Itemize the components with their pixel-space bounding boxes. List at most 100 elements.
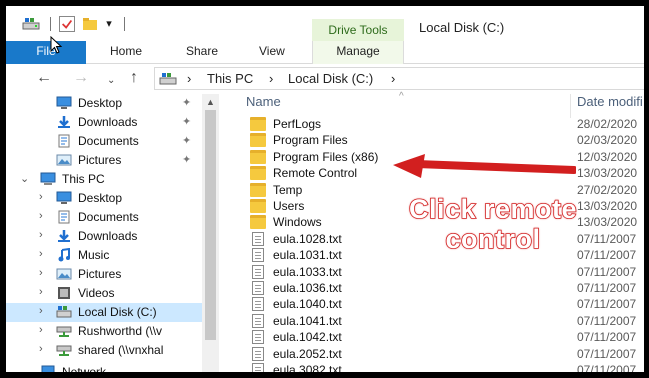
breadcrumb-separator[interactable]: › [391,71,395,86]
pin-icon[interactable]: ✦ [182,153,191,166]
file-row[interactable]: PerfLogs 28/02/2020 [219,116,644,133]
chevron-down-icon[interactable]: ⌄ [20,365,29,372]
nav-item-rushworthd[interactable]: › Rushworthd (\\v [6,322,202,341]
pin-icon[interactable]: ✦ [182,134,191,147]
breadcrumb-separator[interactable]: › [187,71,191,86]
nav-item-label: Desktop [78,96,123,110]
nav-item-label: Music [78,248,110,262]
file-row[interactable]: eula.1041.txt 07/11/2007 [219,313,644,330]
address-bar: ← → ⌄ ↑ › This PC › Local Disk (C:) › [6,64,644,94]
file-row[interactable]: eula.2052.txt 07/11/2007 [219,346,644,363]
column-header: ^ Name Date modifi [219,91,644,118]
nav-item-documents[interactable]: › Documents [6,208,202,227]
nav-item-desktop[interactable]: › Desktop [6,189,202,208]
nav-item-label: Documents [78,210,139,224]
nav-item-documents-quick[interactable]: Documents ✦ [6,132,202,151]
annotation-line: control [445,223,541,255]
drive-icon[interactable] [22,16,40,32]
breadcrumb-local-disk[interactable]: Local Disk (C:) [288,71,373,86]
file-row[interactable]: eula.1042.txt 07/11/2007 [219,329,644,346]
chevron-right-icon[interactable]: › [39,229,43,241]
navigation-pane: Desktop ✦ Downloads ✦ Documents ✦ Pictur… [6,94,219,378]
folder-icon [250,215,266,230]
chevron-right-icon[interactable]: › [39,305,43,317]
chevron-right-icon[interactable]: › [39,248,43,260]
annotation-arrow [393,154,576,178]
nav-item-label: Desktop [78,191,123,205]
nav-item-this-pc[interactable]: ⌄ This PC [6,170,202,189]
folder-icon [250,117,266,131]
nav-item-network[interactable]: ⌄ Network [6,363,202,378]
file-name: Temp [273,182,303,197]
nav-scrollbar[interactable]: ▲ [202,94,219,372]
up-button[interactable]: ↑ [130,69,138,87]
music-icon [58,248,70,262]
address-field[interactable]: › This PC › Local Disk (C:) › [154,67,644,90]
nav-item-label: Network [62,365,107,378]
nav-item-local-disk[interactable]: › Local Disk (C:) [6,303,202,322]
file-name: eula.1041.txt [273,313,342,328]
column-name[interactable]: Name [246,94,281,109]
scroll-up-button[interactable]: ▲ [202,94,219,110]
file-row[interactable]: Program Files 02/03/2020 [219,132,644,149]
folder-icon [250,182,266,197]
chevron-right-icon[interactable]: › [39,267,43,279]
chevron-right-icon[interactable]: › [39,210,43,222]
file-date-modified: 12/03/2020 [577,149,638,164]
properties-icon[interactable] [59,16,75,32]
customize-toolbar-dropdown[interactable]: ▾ [103,16,115,32]
file-date-modified: 07/11/2007 [577,363,637,377]
nav-item-videos[interactable]: › Videos [6,284,202,303]
tab-home[interactable]: Home [110,41,142,64]
file-row[interactable]: eula.1033.txt 07/11/2007 [219,264,644,281]
nav-item-label: Documents [78,134,139,148]
file-name: eula.1040.txt [273,297,342,312]
recent-locations-button[interactable]: ⌄ [107,72,115,90]
explorer-window: ▾ Drive Tools Local Disk (C:) File Home … [0,0,649,378]
tab-view[interactable]: View [259,41,285,64]
chevron-right-icon[interactable]: › [39,286,43,298]
chevron-right-icon[interactable]: › [39,324,43,336]
tab-file[interactable]: File [6,41,86,64]
chevron-right-icon[interactable]: › [39,343,43,355]
pin-icon[interactable]: ✦ [182,96,191,109]
nav-item-shared[interactable]: › shared (\\vnxhal [6,341,202,360]
title-bar: ▾ Drive Tools Local Disk (C:) [6,6,644,41]
column-divider[interactable] [570,94,571,118]
column-date-modified[interactable]: Date modifi [577,94,643,109]
file-name: eula.1031.txt [273,248,342,263]
nav-item-downloads-quick[interactable]: Downloads ✦ [6,113,202,132]
scroll-thumb[interactable] [205,110,216,340]
nav-item-music[interactable]: › Music [6,246,202,265]
desktop-icon [56,191,72,204]
nav-item-pictures[interactable]: › Pictures [6,265,202,284]
tab-manage[interactable]: Manage [312,41,404,64]
chevron-right-icon[interactable]: › [39,191,43,203]
nav-item-label: Rushworthd (\\v [78,324,163,338]
network-icon [41,365,55,372]
breadcrumb-this-pc[interactable]: This PC [207,71,253,86]
file-row[interactable]: eula.1040.txt 07/11/2007 [219,296,644,313]
nav-item-downloads[interactable]: › Downloads [6,227,202,246]
tab-share[interactable]: Share [186,41,218,64]
videos-icon [58,287,70,299]
nav-item-desktop-quick[interactable]: Desktop ✦ [6,94,202,113]
file-row[interactable]: eula.1036.txt 07/11/2007 [219,280,644,297]
file-row[interactable]: eula.3082.txt 07/11/2007 [219,362,644,377]
chevron-down-icon[interactable]: ⌄ [20,172,29,185]
network-drive-icon [56,345,72,356]
back-button[interactable]: ← [36,69,52,87]
toolbar-separator [124,17,125,31]
file-name: Program Files [273,133,348,148]
folder-icon [250,133,266,148]
file-date-modified: 13/03/2020 [577,166,638,181]
forward-button[interactable]: → [73,69,89,87]
nav-item-pictures-quick[interactable]: Pictures ✦ [6,151,202,170]
pin-icon[interactable]: ✦ [182,115,191,128]
file-name: eula.3082.txt [273,363,342,377]
network-drive-icon [56,326,72,337]
breadcrumb-separator[interactable]: › [269,71,273,86]
local-disk-icon [56,306,72,318]
new-folder-icon[interactable] [82,16,98,32]
toolbar-separator [50,17,51,31]
